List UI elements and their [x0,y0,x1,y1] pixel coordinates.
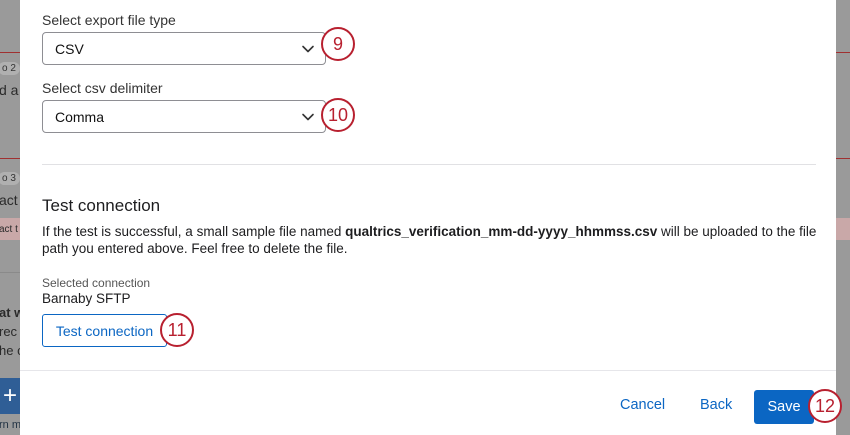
background-divider [0,52,20,53]
delimiter-label: Select csv delimiter [42,80,163,96]
cancel-button[interactable]: Cancel [620,397,665,413]
background-divider [0,272,20,273]
background-divider [836,52,850,53]
background-divider [836,158,850,159]
footer-divider [20,370,836,371]
file-type-select[interactable]: CSV [42,32,326,65]
background-step-pill: o 2 [0,62,20,75]
back-button[interactable]: Back [700,397,732,413]
background-highlight [836,218,850,240]
callout-badge: 10 [321,98,355,132]
background-step-pill: o 3 [0,172,20,185]
background-text: d a [0,82,19,98]
chevron-down-icon [302,45,314,53]
background-text: rec [0,324,18,339]
file-type-value: CSV [55,41,84,57]
delimiter-value: Comma [55,109,105,125]
test-connection-button[interactable]: Test connection [42,314,167,347]
background-link: rn m [0,419,21,431]
file-type-label: Select export file type [42,12,176,28]
test-connection-description: If the test is successful, a small sampl… [42,223,822,257]
selected-connection-value: Barnaby SFTP [42,291,131,306]
description-filename: qualtrics_verification_mm-dd-yyyy_hhmmss… [345,224,658,239]
selected-connection-label: Selected connection [42,276,151,290]
background-divider [0,158,20,159]
save-button[interactable]: Save [754,390,814,424]
delimiter-select[interactable]: Comma [42,100,326,133]
callout-badge: 11 [160,313,194,347]
background-text: act [0,192,18,208]
chevron-down-icon [302,113,314,121]
export-settings-modal: Select export file type CSV Select csv d… [20,0,836,435]
background-add-button: + [0,378,20,414]
callout-badge: 12 [808,389,842,423]
description-prefix: If the test is successful, a small sampl… [42,224,346,239]
section-divider [42,164,816,165]
test-connection-title: Test connection [42,196,161,215]
callout-badge: 9 [321,27,355,61]
background-text: act t [0,224,18,235]
